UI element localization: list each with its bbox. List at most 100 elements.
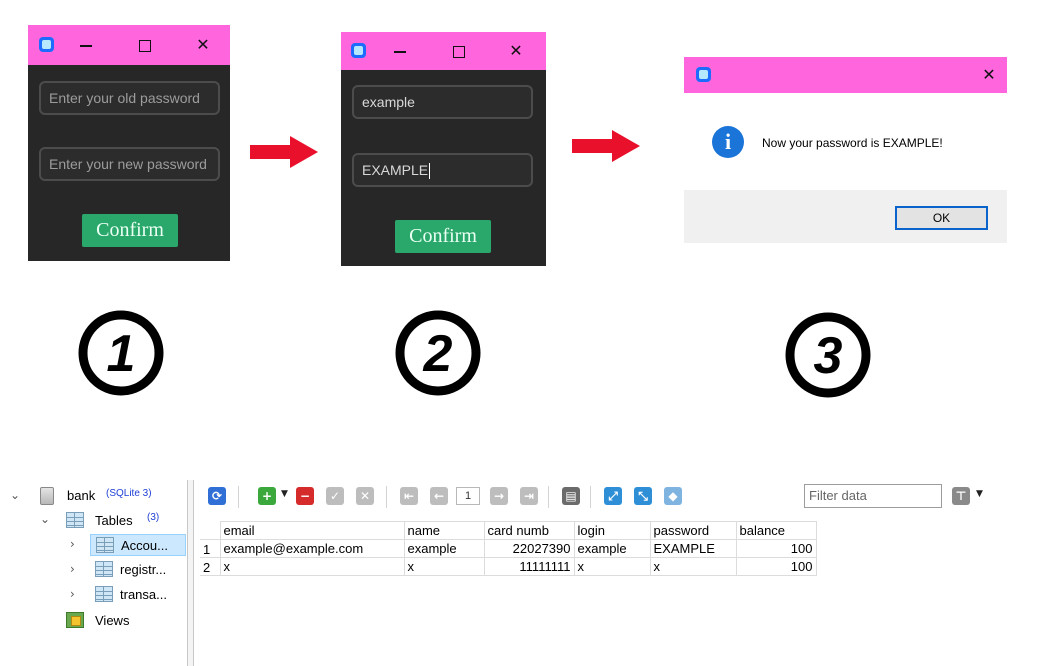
cell-login[interactable]: x xyxy=(573,557,651,576)
chevron-down-icon[interactable]: ⌄ xyxy=(40,512,50,526)
change-password-window-filled: ✕ example EXAMPLE Confirm xyxy=(341,32,546,266)
title-bar[interactable]: ✕ xyxy=(28,25,230,65)
tree-item-table[interactable]: transa... xyxy=(90,584,186,606)
separator xyxy=(238,486,239,508)
chevron-down-icon[interactable]: ▼ xyxy=(281,489,288,499)
table-icon xyxy=(96,537,114,553)
fill-icon[interactable]: ◆ xyxy=(664,487,682,505)
tables-count: (3) xyxy=(147,512,160,523)
tree-node-database[interactable]: ⌄ bank (SQLite 3) xyxy=(0,486,185,508)
row-number-header xyxy=(200,521,221,540)
column-header-name[interactable]: name xyxy=(403,521,485,540)
cell-password[interactable]: x xyxy=(649,557,737,576)
cell-card-number[interactable]: 11111111 xyxy=(483,557,575,576)
chevron-right-icon[interactable]: › xyxy=(70,537,75,551)
tables-label: Tables xyxy=(95,513,133,528)
chevron-down-icon[interactable]: ▼ xyxy=(976,489,983,499)
column-header-card-number[interactable]: card numb xyxy=(483,521,575,540)
expand-columns-icon[interactable]: ⤢ xyxy=(604,487,622,505)
filter-icon[interactable]: ⊤ xyxy=(952,487,970,505)
new-password-value: EXAMPLE xyxy=(362,162,429,178)
table-icon xyxy=(95,561,113,577)
table-name: Accou... xyxy=(121,538,168,553)
arrow-right-icon xyxy=(572,130,640,162)
close-button[interactable]: ✕ xyxy=(979,65,999,85)
old-password-input[interactable]: example xyxy=(352,85,533,119)
cell-name[interactable]: x xyxy=(403,557,485,576)
rollback-icon[interactable]: ✕ xyxy=(356,487,374,505)
database-type-tag: (SQLite 3) xyxy=(106,488,152,499)
chevron-right-icon[interactable]: › xyxy=(70,562,75,576)
next-page-icon[interactable]: → xyxy=(490,487,508,505)
tree-node-tables[interactable]: ⌄ Tables (3) xyxy=(0,510,185,532)
old-password-input[interactable]: Enter your old password xyxy=(39,81,220,115)
last-page-icon[interactable]: ⇥ xyxy=(520,487,538,505)
new-password-input[interactable]: Enter your new password xyxy=(39,147,220,181)
refresh-icon[interactable]: ⟳ xyxy=(208,487,226,505)
delete-row-icon[interactable]: − xyxy=(296,487,314,505)
column-header-password[interactable]: password xyxy=(649,521,737,540)
cell-balance[interactable]: 100 xyxy=(735,557,817,576)
confirm-button[interactable]: Confirm xyxy=(395,220,491,253)
close-button[interactable]: ✕ xyxy=(506,41,526,61)
table-name: registr... xyxy=(120,562,167,577)
cell-name[interactable]: example xyxy=(403,539,485,558)
ok-button[interactable]: OK xyxy=(895,206,988,230)
cell-balance[interactable]: 100 xyxy=(735,539,817,558)
minimize-button[interactable] xyxy=(390,41,410,61)
maximize-button[interactable] xyxy=(134,35,154,55)
page-number[interactable]: 1 xyxy=(456,487,480,505)
info-icon: i xyxy=(712,126,744,158)
table-name: transa... xyxy=(120,587,167,602)
first-page-icon[interactable]: ⇤ xyxy=(400,487,418,505)
tree-item-table[interactable]: Accou... xyxy=(90,534,186,556)
database-icon xyxy=(40,487,54,505)
table-row[interactable]: 1 example@example.com example 22027390 e… xyxy=(200,539,817,558)
chevron-down-icon[interactable]: ⌄ xyxy=(10,488,20,502)
cell-email[interactable]: example@example.com xyxy=(219,539,405,558)
database-name: bank xyxy=(67,488,96,503)
step-label: 3 xyxy=(814,327,843,385)
previous-page-icon[interactable]: ← xyxy=(430,487,448,505)
views-label: Views xyxy=(95,613,130,628)
app-icon xyxy=(696,67,711,82)
step-number-3: 3 xyxy=(785,312,871,398)
chevron-right-icon[interactable]: › xyxy=(70,587,75,601)
cell-email[interactable]: x xyxy=(219,557,405,576)
cell-password[interactable]: EXAMPLE xyxy=(649,539,737,558)
column-header-login[interactable]: login xyxy=(573,521,651,540)
minimize-button[interactable] xyxy=(76,35,96,55)
fit-columns-icon[interactable]: ⤡ xyxy=(634,487,652,505)
dialog-body: i Now your password is EXAMPLE! xyxy=(684,93,1007,190)
cell-login[interactable]: example xyxy=(573,539,651,558)
data-grid: email name card numb login password bala… xyxy=(200,521,817,576)
tables-folder-icon xyxy=(66,512,84,528)
column-header-email[interactable]: email xyxy=(219,521,405,540)
step-label: 1 xyxy=(107,325,136,383)
new-password-input[interactable]: EXAMPLE xyxy=(352,153,533,187)
dialog-footer: OK xyxy=(684,190,1007,243)
separator xyxy=(386,486,387,508)
title-bar[interactable]: ✕ xyxy=(341,32,546,70)
close-button[interactable]: ✕ xyxy=(193,35,213,55)
table-row[interactable]: 2 x x 11111111 x x 100 xyxy=(200,557,817,576)
arrow-right-icon xyxy=(250,136,318,168)
success-dialog: ✕ i Now your password is EXAMPLE! OK xyxy=(684,57,1007,243)
maximize-button[interactable] xyxy=(448,41,468,61)
text-caret xyxy=(429,163,431,180)
app-icon xyxy=(351,43,366,58)
step-label: 2 xyxy=(423,325,453,383)
dialog-title-bar[interactable]: ✕ xyxy=(684,57,1007,93)
dialog-message: Now your password is EXAMPLE! xyxy=(762,136,943,150)
step-number-1: 1 xyxy=(78,310,164,396)
confirm-button[interactable]: Confirm xyxy=(82,214,178,247)
tree-item-table[interactable]: registr... xyxy=(90,559,186,581)
filter-input[interactable]: Filter data xyxy=(804,484,942,508)
print-icon[interactable]: ▤ xyxy=(562,487,580,505)
commit-icon[interactable]: ✓ xyxy=(326,487,344,505)
column-header-balance[interactable]: balance xyxy=(735,521,817,540)
cell-card-number[interactable]: 22027390 xyxy=(483,539,575,558)
add-row-icon[interactable]: + xyxy=(258,487,276,505)
pane-splitter[interactable] xyxy=(187,480,194,666)
tree-node-views[interactable]: Views xyxy=(60,610,180,632)
